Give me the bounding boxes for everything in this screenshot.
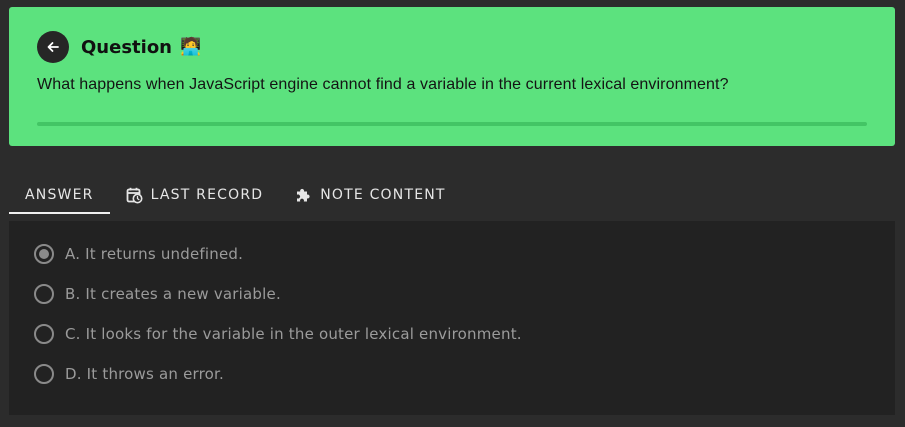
tab-note-content[interactable]: NOTE CONTENT [279,176,461,214]
option-d[interactable]: D. It throws an error. [34,362,224,386]
option-c-label: C. It looks for the variable in the oute… [65,325,522,343]
answer-panel: A. It returns undefined. B. It creates a… [9,221,895,415]
puzzle-icon [295,187,312,204]
question-divider [37,122,867,126]
radio-button[interactable] [34,284,54,304]
question-header: Question 🧑‍💻 [81,35,201,59]
tab-last-record-label: LAST RECORD [150,187,264,203]
tab-note-content-label: NOTE CONTENT [320,187,446,203]
option-a-label: A. It returns undefined. [65,245,244,263]
option-b-label: B. It creates a new variable. [65,285,281,303]
option-d-label: D. It throws an error. [65,365,224,383]
option-a[interactable]: A. It returns undefined. [34,242,243,266]
technologist-emoji-icon: 🧑‍💻 [180,36,202,57]
back-button[interactable] [37,31,69,63]
radio-button-checked[interactable] [34,244,54,264]
question-text: What happens when JavaScript engine cann… [37,76,729,93]
tab-answer[interactable]: ANSWER [9,176,110,214]
calendar-clock-icon [126,187,143,204]
option-c[interactable]: C. It looks for the variable in the oute… [34,322,522,346]
radio-button[interactable] [34,364,54,384]
question-title: Question [81,36,172,58]
radio-button[interactable] [34,324,54,344]
tab-answer-label: ANSWER [25,187,94,203]
question-card: Question 🧑‍💻 What happens when JavaScrip… [9,7,895,146]
option-b[interactable]: B. It creates a new variable. [34,282,281,306]
tab-bar: ANSWER LAST RECORD NOTE CONTENT [9,176,462,214]
arrow-left-icon [47,42,59,52]
tab-last-record[interactable]: LAST RECORD [110,176,280,214]
